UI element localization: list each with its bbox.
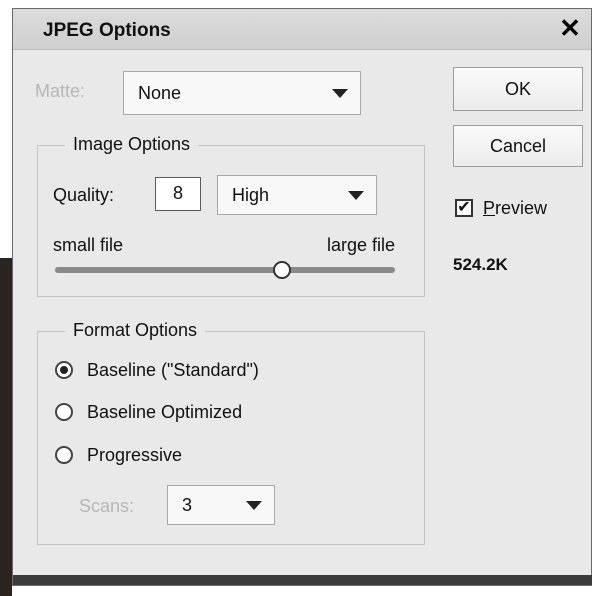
small-file-label: small file bbox=[53, 235, 124, 255]
dialog-bottom-border bbox=[13, 575, 592, 585]
cancel-button[interactable]: Cancel bbox=[453, 125, 583, 167]
chevron-down-icon bbox=[246, 501, 262, 510]
quality-preset-value: High bbox=[232, 185, 270, 205]
title-bar: JPEG Options ✕ bbox=[13, 9, 591, 50]
radio-baseline-optimized-label[interactable]: Baseline Optimized bbox=[87, 402, 242, 423]
quality-slider-track[interactable] bbox=[55, 267, 395, 273]
quality-label: Quality: bbox=[53, 185, 115, 205]
large-file-label: large file bbox=[327, 235, 396, 255]
matte-select-value: None bbox=[138, 83, 182, 103]
file-size: 524.2K bbox=[453, 255, 508, 274]
dialog-title: JPEG Options bbox=[43, 20, 171, 41]
matte-label: Matte: bbox=[35, 81, 86, 101]
quality-input[interactable]: 8 bbox=[155, 177, 201, 211]
scans-select-value: 3 bbox=[182, 495, 193, 515]
chevron-down-icon bbox=[332, 89, 348, 98]
quality-slider-thumb[interactable] bbox=[272, 261, 291, 279]
background-strip bbox=[0, 258, 12, 596]
close-icon[interactable]: ✕ bbox=[555, 13, 585, 43]
image-options-legend: Image Options bbox=[65, 134, 199, 155]
matte-select[interactable]: None bbox=[123, 71, 361, 115]
preview-label[interactable]: Preview bbox=[483, 198, 547, 219]
scans-select[interactable]: 3 bbox=[167, 485, 275, 525]
image-options-group bbox=[37, 145, 425, 297]
ok-button[interactable]: OK bbox=[453, 67, 583, 111]
radio-progressive-label[interactable]: Progressive bbox=[87, 445, 182, 466]
checkmark-icon: ✔ bbox=[457, 199, 471, 216]
quality-preset-select[interactable]: High bbox=[217, 175, 377, 215]
radio-baseline-optimized[interactable] bbox=[55, 403, 73, 421]
radio-baseline-standard-label[interactable]: Baseline ("Standard") bbox=[87, 360, 259, 381]
scans-label: Scans: bbox=[79, 496, 135, 516]
radio-baseline-standard[interactable] bbox=[55, 361, 73, 379]
preview-checkbox[interactable]: ✔ bbox=[455, 199, 473, 217]
chevron-down-icon bbox=[348, 191, 364, 200]
format-options-legend: Format Options bbox=[65, 320, 206, 341]
radio-progressive[interactable] bbox=[55, 446, 73, 464]
jpeg-options-dialog: JPEG Options ✕ Matte: None OK Cancel ✔ P… bbox=[12, 8, 592, 586]
